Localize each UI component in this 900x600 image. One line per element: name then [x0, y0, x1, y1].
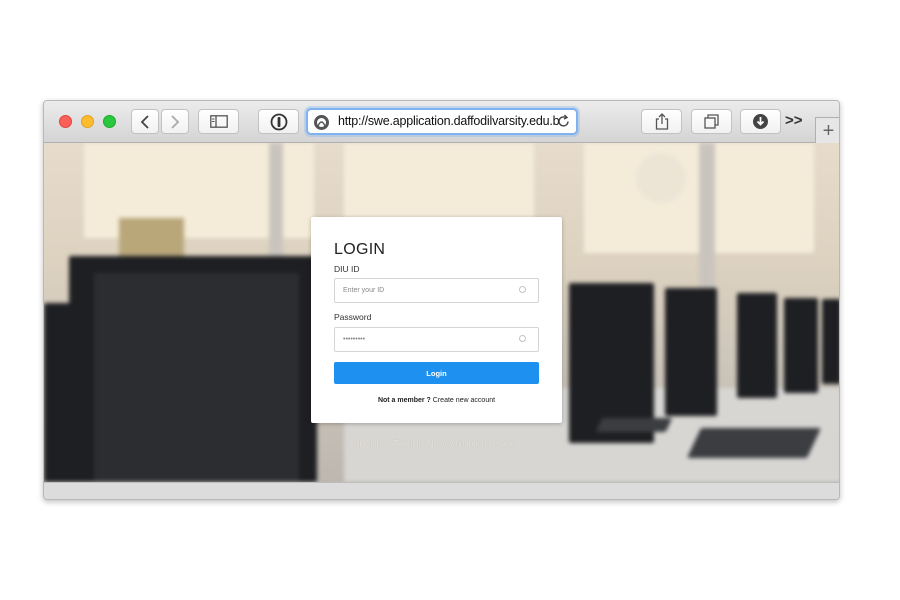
login-button[interactable]: Login [334, 362, 539, 384]
address-bar[interactable]: http://swe.application.daffodilvarsity.e… [306, 108, 578, 135]
input-clear-icon [519, 335, 526, 342]
password-label: Password [334, 312, 372, 322]
not-member-text: Not a member ? [377, 397, 431, 404]
new-tab-button[interactable]: + [815, 117, 839, 143]
back-button[interactable] [131, 109, 159, 134]
diu-id-input[interactable]: Enter your ID [334, 278, 539, 303]
login-title: LOGIN [334, 241, 386, 258]
share-icon [655, 113, 668, 130]
page-viewport: LOGIN DIU ID Enter your ID Password ••••… [44, 143, 839, 482]
password-input[interactable]: ••••••••• [334, 327, 539, 352]
sidebar-icon [209, 115, 228, 128]
tabs-icon [704, 114, 719, 129]
url-text: http://swe.application.daffodilvarsity.e… [338, 114, 560, 128]
signup-prompt: Not a member ? Create new account [311, 397, 562, 404]
site-favicon-icon [314, 115, 329, 130]
create-account-link[interactable]: Create new account [433, 397, 495, 404]
chevron-right-icon [171, 114, 180, 129]
toolbar-overflow-button[interactable]: >> [785, 112, 803, 129]
browser-toolbar: http://swe.application.daffodilvarsity.e… [44, 101, 839, 143]
login-card: LOGIN DIU ID Enter your ID Password ••••… [311, 217, 562, 423]
diu-id-placeholder: Enter your ID [343, 287, 385, 294]
tab-overview-button[interactable] [691, 109, 732, 134]
close-window-button[interactable] [59, 115, 72, 128]
minimize-window-button[interactable] [81, 115, 94, 128]
downloads-button[interactable] [740, 109, 781, 134]
copyright-text: copyright © Tawhidur Noor. All rights re… [351, 439, 516, 448]
browser-status-bar [44, 482, 839, 499]
share-button[interactable] [641, 109, 682, 134]
reload-icon[interactable] [555, 113, 572, 130]
sidebar-toggle-button[interactable] [198, 109, 239, 134]
download-icon [753, 114, 768, 129]
1password-icon [270, 113, 287, 130]
forward-button[interactable] [161, 109, 189, 134]
input-clear-icon [519, 286, 526, 293]
password-value: ••••••••• [343, 336, 366, 343]
zoom-window-button[interactable] [103, 115, 116, 128]
password-manager-button[interactable] [258, 109, 299, 134]
chevron-left-icon [140, 114, 149, 129]
diu-id-label: DIU ID [334, 264, 360, 274]
browser-window: http://swe.application.daffodilvarsity.e… [43, 100, 840, 500]
